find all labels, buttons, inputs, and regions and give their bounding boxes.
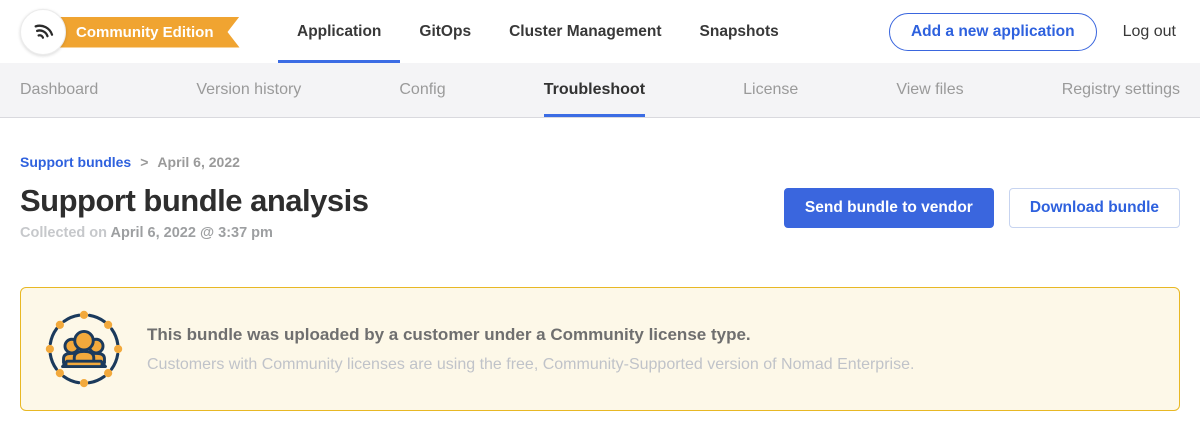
breadcrumb-support-bundles-link[interactable]: Support bundles bbox=[20, 154, 131, 170]
nav-cluster-management[interactable]: Cluster Management bbox=[490, 0, 680, 63]
collected-value: April 6, 2022 @ 3:37 pm bbox=[111, 225, 273, 241]
collected-on: Collected on April 6, 2022 @ 3:37 pm bbox=[20, 225, 369, 241]
logout-link[interactable]: Log out bbox=[1123, 23, 1176, 41]
banner-text: This bundle was uploaded by a customer u… bbox=[147, 325, 914, 374]
tab-version-history[interactable]: Version history bbox=[196, 63, 301, 117]
breadcrumb: Support bundles > April 6, 2022 bbox=[20, 154, 1180, 170]
send-bundle-to-vendor-button[interactable]: Send bundle to vendor bbox=[784, 188, 994, 228]
community-license-icon bbox=[45, 310, 123, 388]
nav-snapshots[interactable]: Snapshots bbox=[681, 0, 798, 63]
primary-nav: Application GitOps Cluster Management Sn… bbox=[278, 0, 798, 63]
community-license-banner: This bundle was uploaded by a customer u… bbox=[20, 287, 1180, 411]
tab-dashboard[interactable]: Dashboard bbox=[20, 63, 98, 117]
title-row: Support bundle analysis Collected on Apr… bbox=[20, 183, 1180, 241]
add-new-application-button[interactable]: Add a new application bbox=[889, 13, 1097, 51]
tab-troubleshoot[interactable]: Troubleshoot bbox=[544, 63, 645, 117]
main-content: Support bundles > April 6, 2022 Support bu… bbox=[0, 154, 1200, 411]
replicated-logo-icon bbox=[28, 14, 58, 49]
tab-license[interactable]: License bbox=[743, 63, 798, 117]
banner-subtitle: Customers with Community licenses are us… bbox=[147, 356, 914, 374]
replicated-logo[interactable] bbox=[20, 9, 66, 55]
download-bundle-button[interactable]: Download bundle bbox=[1009, 188, 1180, 228]
breadcrumb-separator: > bbox=[140, 154, 148, 170]
title-block: Support bundle analysis Collected on Apr… bbox=[20, 183, 369, 241]
nav-application[interactable]: Application bbox=[278, 0, 400, 63]
brand: Community Edition bbox=[20, 9, 262, 55]
tab-view-files[interactable]: View files bbox=[896, 63, 963, 117]
collected-prefix: Collected on bbox=[20, 225, 111, 241]
nav-gitops[interactable]: GitOps bbox=[400, 0, 490, 63]
community-edition-badge: Community Edition bbox=[44, 17, 240, 48]
breadcrumb-current: April 6, 2022 bbox=[157, 154, 240, 170]
bundle-actions: Send bundle to vendor Download bundle bbox=[784, 188, 1180, 228]
page-title: Support bundle analysis bbox=[20, 183, 369, 219]
top-bar-right: Add a new application Log out bbox=[889, 13, 1176, 51]
banner-title: This bundle was uploaded by a customer u… bbox=[147, 325, 914, 345]
tab-registry-settings[interactable]: Registry settings bbox=[1062, 63, 1180, 117]
app-sub-nav: Dashboard Version history Config Trouble… bbox=[0, 63, 1200, 118]
top-bar: Community Edition Application GitOps Clu… bbox=[0, 0, 1200, 63]
community-edition-label: Community Edition bbox=[76, 24, 214, 41]
tab-config[interactable]: Config bbox=[399, 63, 445, 117]
